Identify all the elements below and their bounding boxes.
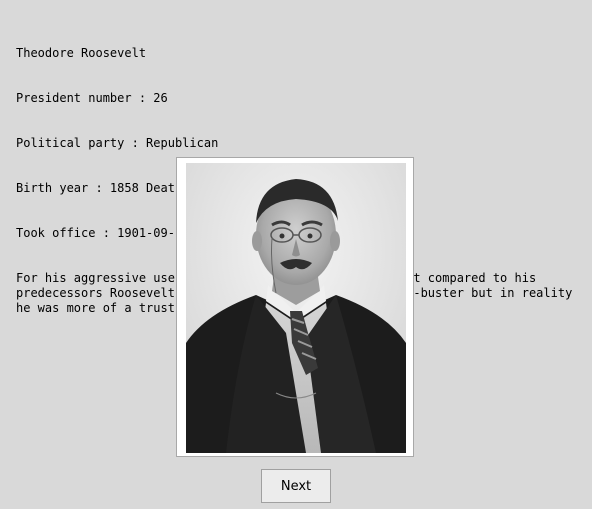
president-viewer-window: Theodore Roosevelt President number : 26… — [0, 0, 592, 509]
president-portrait — [186, 163, 406, 453]
president-name: Theodore Roosevelt — [16, 46, 147, 60]
political-party: Political party : Republican — [16, 136, 219, 150]
next-button[interactable]: Next — [261, 469, 331, 503]
president-number: President number : 26 — [16, 91, 168, 105]
portrait-frame — [176, 157, 414, 457]
